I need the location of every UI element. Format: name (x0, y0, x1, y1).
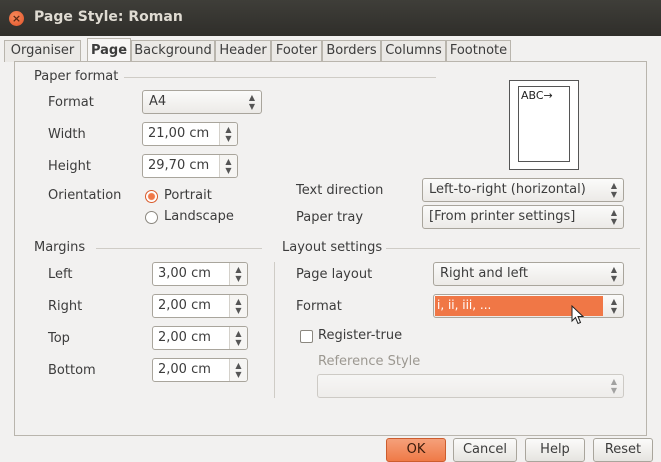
tab-header[interactable]: Header (215, 40, 271, 62)
paper-tray-value: [From printer settings] (429, 209, 576, 224)
text-direction-label: Text direction (296, 183, 384, 198)
updown-icon: ▲ ▼ (610, 297, 618, 315)
format-label: Format (48, 95, 94, 110)
left-margin-label: Left (48, 267, 73, 282)
reference-style-label: Reference Style (318, 354, 421, 369)
tab-footer[interactable]: Footer (271, 40, 322, 62)
help-button[interactable]: Help (525, 438, 585, 462)
height-value: 29,70 cm (148, 158, 210, 173)
landscape-label[interactable]: Landscape (164, 209, 234, 224)
cancel-button[interactable]: Cancel (453, 438, 517, 462)
right-margin-spinbox[interactable]: 2,00 cm ▲ ▼ (152, 294, 248, 318)
updown-icon[interactable]: ▲ ▼ (219, 155, 237, 177)
updown-icon: ▲ ▼ (610, 377, 618, 395)
numbering-format-select[interactable]: i, ii, iii, ... ▲ ▼ (433, 294, 624, 318)
right-margin-value: 2,00 cm (158, 298, 211, 313)
text-direction-value: Left-to-right (horizontal) (429, 182, 586, 197)
height-label: Height (48, 159, 91, 174)
layout-settings-heading: Layout settings (282, 240, 383, 255)
tab-page[interactable]: Page (87, 38, 131, 62)
page-preview: ABC→ (509, 80, 579, 170)
width-value: 21,00 cm (148, 126, 210, 141)
updown-icon[interactable]: ▲ ▼ (229, 295, 247, 317)
tab-background[interactable]: Background (131, 40, 215, 62)
tab-footnote[interactable]: Footnote (446, 40, 511, 62)
portrait-label[interactable]: Portrait (164, 188, 212, 203)
height-spinbox[interactable]: 29,70 cm ▲ ▼ (142, 154, 238, 178)
reset-button[interactable]: Reset (593, 438, 653, 462)
format-value: A4 (149, 94, 167, 109)
top-margin-value: 2,00 cm (158, 330, 211, 345)
preview-margin-box: ABC→ (518, 86, 570, 162)
reference-style-select[interactable]: ▲ ▼ (317, 374, 624, 398)
window-title: Page Style: Roman (34, 9, 183, 25)
bottom-margin-spinbox[interactable]: 2,00 cm ▲ ▼ (152, 358, 248, 382)
portrait-radio[interactable] (145, 190, 158, 203)
register-true-checkbox[interactable] (300, 330, 313, 343)
format-select[interactable]: A4 ▲ ▼ (142, 90, 262, 114)
divider (124, 77, 436, 78)
updown-icon[interactable]: ▲ ▼ (219, 123, 237, 145)
updown-icon: ▲ ▼ (248, 93, 256, 111)
tab-organiser[interactable]: Organiser (4, 40, 81, 62)
left-margin-value: 3,00 cm (158, 266, 211, 281)
title-bar: × Page Style: Roman (0, 0, 661, 36)
close-icon[interactable]: × (9, 11, 24, 26)
numbering-format-label: Format (296, 299, 342, 314)
margins-heading: Margins (34, 240, 86, 255)
orientation-label: Orientation (48, 188, 122, 203)
landscape-radio[interactable] (145, 211, 158, 224)
mouse-pointer-icon (571, 305, 585, 325)
tab-borders[interactable]: Borders (322, 40, 381, 62)
register-true-label[interactable]: Register-true (318, 328, 402, 343)
updown-icon[interactable]: ▲ ▼ (229, 263, 247, 285)
updown-icon: ▲ ▼ (610, 181, 618, 199)
page-layout-select[interactable]: Right and left ▲ ▼ (433, 262, 624, 286)
bottom-margin-label: Bottom (48, 363, 96, 378)
text-direction-select[interactable]: Left-to-right (horizontal) ▲ ▼ (422, 178, 624, 202)
paper-tray-label: Paper tray (296, 210, 364, 225)
page-layout-value: Right and left (440, 266, 529, 281)
left-margin-spinbox[interactable]: 3,00 cm ▲ ▼ (152, 262, 248, 286)
width-label: Width (48, 127, 86, 142)
top-margin-label: Top (48, 331, 70, 346)
bottom-margin-value: 2,00 cm (158, 362, 211, 377)
ok-button[interactable]: OK (386, 438, 446, 462)
preview-text: ABC→ (521, 89, 553, 102)
divider (96, 248, 262, 249)
paper-format-heading: Paper format (34, 69, 119, 84)
divider (386, 248, 640, 249)
section-separator (274, 262, 275, 398)
updown-icon: ▲ ▼ (610, 208, 618, 226)
paper-tray-select[interactable]: [From printer settings] ▲ ▼ (422, 205, 624, 229)
right-margin-label: Right (48, 299, 83, 314)
page-layout-label: Page layout (296, 267, 373, 282)
width-spinbox[interactable]: 21,00 cm ▲ ▼ (142, 122, 238, 146)
tab-columns[interactable]: Columns (381, 40, 446, 62)
top-margin-spinbox[interactable]: 2,00 cm ▲ ▼ (152, 326, 248, 350)
updown-icon[interactable]: ▲ ▼ (229, 327, 247, 349)
updown-icon[interactable]: ▲ ▼ (229, 359, 247, 381)
updown-icon: ▲ ▼ (610, 265, 618, 283)
